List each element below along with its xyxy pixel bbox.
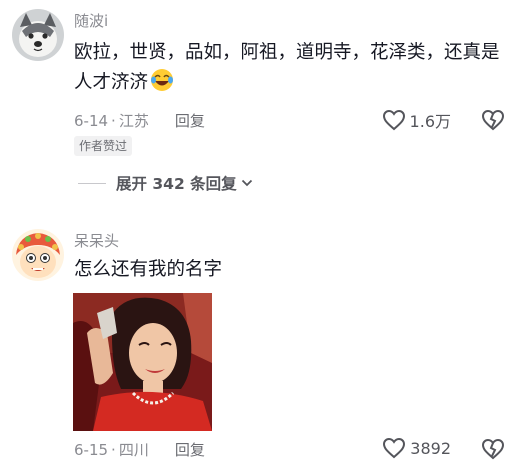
- heart-icon: [383, 437, 406, 459]
- author-liked-badge: 作者赞过: [74, 136, 133, 156]
- expand-divider: [78, 182, 106, 184]
- heart-icon: [382, 109, 405, 131]
- meta-separator: ·: [111, 111, 116, 130]
- comment-date: 6-15: [74, 440, 109, 459]
- broken-heart-icon[interactable]: [481, 109, 505, 131]
- comment-meta: 6-15 · 四川 回复: [74, 439, 205, 460]
- username[interactable]: 呆呆头: [74, 230, 119, 251]
- like-count: 3892: [410, 438, 451, 458]
- comment-date: 6-14: [74, 111, 109, 130]
- reply-button[interactable]: 回复: [175, 110, 205, 131]
- comment-text: 怎么还有我的名字: [74, 259, 223, 280]
- comment-item: 呆呆头 怎么还有我的名字 6-15 · 四川 回复 3892: [0, 225, 517, 462]
- expand-replies-label: 展开 342 条回复: [116, 175, 237, 193]
- comment-location: 四川: [118, 441, 149, 459]
- reply-button[interactable]: 回复: [175, 439, 205, 460]
- comment-item: 随波i 欧拉，世贤，品如，阿祖，道明寺，花泽类，还真是人才济济 6-14 · 江…: [0, 0, 517, 225]
- like-button[interactable]: 3892: [382, 437, 451, 459]
- husky-avatar-icon: [12, 9, 64, 61]
- avatar[interactable]: [12, 229, 64, 281]
- comment-meta: 6-14 · 江苏 回复: [74, 110, 205, 131]
- meta-separator: ·: [111, 440, 116, 459]
- cartoon-face-avatar-icon: [12, 229, 64, 281]
- username[interactable]: 随波i: [74, 10, 108, 31]
- woman-photo-icon: [73, 293, 212, 431]
- broken-heart-icon[interactable]: [481, 438, 505, 460]
- comment-text-body: 欧拉，世贤，品如，阿祖，道明寺，花泽类，还真是人才济济: [74, 42, 500, 93]
- chevron-down-icon: [241, 179, 252, 187]
- comment-image[interactable]: [73, 293, 212, 431]
- comment-location: 江苏: [118, 112, 149, 130]
- avatar[interactable]: [12, 9, 64, 61]
- like-count: 1.6万: [409, 112, 451, 131]
- like-button[interactable]: 1.6万: [382, 108, 451, 132]
- comment-text: 欧拉，世贤，品如，阿祖，道明寺，花泽类，还真是人才济济: [74, 38, 504, 98]
- laughing-crying-emoji-icon: [150, 68, 174, 92]
- expand-replies-button[interactable]: 展开 342 条回复: [74, 172, 253, 194]
